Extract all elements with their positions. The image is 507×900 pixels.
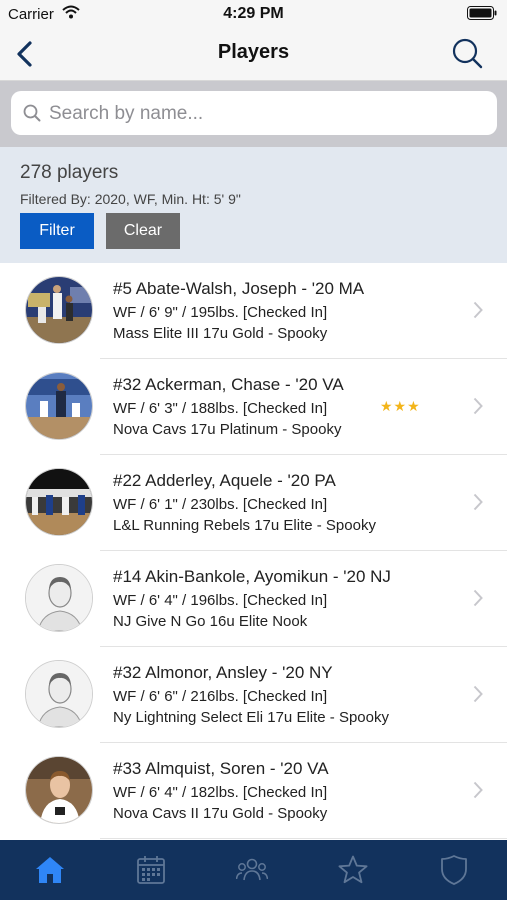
player-name: #5 Abate-Walsh, Joseph - '20 MA — [113, 279, 365, 298]
player-row[interactable]: #22 Adderley, Aquele - '20 PA WF / 6' 1"… — [0, 455, 507, 551]
page-title: Players — [217, 41, 290, 63]
player-team: Ny Lightning Select Eli 17u Elite - Spoo… — [113, 709, 389, 726]
nav-bar: Players — [0, 28, 507, 81]
player-team: NJ Give N Go 16u Elite Nook — [113, 613, 308, 630]
filter-summary: Filtered By: 2020, WF, Min. Ht: 5' 9" — [20, 191, 241, 207]
home-icon — [36, 857, 64, 883]
player-name: #32 Ackerman, Chase - '20 VA — [113, 375, 344, 394]
battery-icon — [467, 6, 497, 25]
player-row[interactable]: #32 Ackerman, Chase - '20 VA WF / 6' 3" … — [0, 359, 507, 455]
status-bar: Carrier 4:29 PM — [0, 0, 507, 28]
player-row[interactable]: #33 Almquist, Soren - '20 VA WF / 6' 4" … — [0, 743, 507, 839]
chevron-right-icon — [473, 685, 483, 708]
star-icon — [338, 855, 368, 884]
shield-icon — [441, 855, 467, 885]
player-team: Nova Cavs II 17u Gold - Spooky — [113, 805, 328, 822]
search-icon — [452, 38, 483, 69]
row-divider — [100, 838, 507, 839]
filter-header: 278 players Filtered By: 2020, WF, Min. … — [0, 147, 507, 263]
chevron-right-icon — [473, 493, 483, 516]
player-row[interactable]: #32 Almonor, Ansley - '20 NY WF / 6' 6" … — [0, 647, 507, 743]
player-team: Mass Elite III 17u Gold - Spooky — [113, 325, 328, 342]
player-details: WF / 6' 4" / 182lbs. [Checked In] — [113, 784, 328, 801]
tab-shield[interactable] — [404, 840, 505, 900]
tab-home[interactable] — [0, 840, 101, 900]
tab-players[interactable] — [202, 840, 303, 900]
player-details: WF / 6' 6" / 216lbs. [Checked In] — [113, 688, 328, 705]
chevron-right-icon — [473, 781, 483, 804]
calendar-icon — [137, 856, 165, 884]
avatar — [25, 372, 93, 440]
search-icon — [23, 104, 41, 127]
tab-favorites[interactable] — [303, 840, 404, 900]
chevron-right-icon — [473, 589, 483, 612]
status-time: 4:29 PM — [223, 5, 284, 22]
player-name: #22 Adderley, Aquele - '20 PA — [113, 471, 336, 490]
player-count: 278 players — [20, 162, 119, 183]
player-team: Nova Cavs 17u Platinum - Spooky — [113, 421, 342, 438]
search-button[interactable] — [449, 36, 485, 72]
player-name: #14 Akin-Bankole, Ayomikun - '20 NJ — [113, 567, 391, 586]
rating-stars: ★★★ — [380, 398, 421, 414]
filter-button[interactable]: Filter — [20, 213, 94, 249]
avatar — [25, 660, 93, 728]
player-details: WF / 6' 4" / 196lbs. [Checked In] — [113, 592, 328, 609]
tab-schedule[interactable] — [101, 840, 202, 900]
search-input[interactable] — [47, 97, 481, 131]
player-team: L&L Running Rebels 17u Elite - Spooky — [113, 517, 376, 534]
search-area — [0, 81, 507, 147]
player-name: #33 Almquist, Soren - '20 VA — [113, 759, 329, 778]
chevron-right-icon — [473, 397, 483, 420]
people-icon — [236, 858, 268, 881]
avatar — [25, 468, 93, 536]
tab-bar — [0, 840, 507, 900]
search-box[interactable] — [11, 91, 497, 135]
player-details: WF / 6' 9" / 195lbs. [Checked In] — [113, 304, 328, 321]
clear-button[interactable]: Clear — [106, 213, 180, 249]
avatar — [25, 756, 93, 824]
avatar — [25, 564, 93, 632]
player-row[interactable]: #14 Akin-Bankole, Ayomikun - '20 NJ WF /… — [0, 551, 507, 647]
player-name: #32 Almonor, Ansley - '20 NY — [113, 663, 333, 682]
chevron-right-icon — [473, 301, 483, 324]
player-row[interactable]: #5 Abate-Walsh, Joseph - '20 MA WF / 6' … — [0, 263, 507, 359]
player-details: WF / 6' 3" / 188lbs. [Checked In] — [113, 400, 328, 417]
avatar — [25, 276, 93, 344]
player-list: #5 Abate-Walsh, Joseph - '20 MA WF / 6' … — [0, 263, 507, 840]
player-details: WF / 6' 1" / 230lbs. [Checked In] — [113, 496, 328, 513]
